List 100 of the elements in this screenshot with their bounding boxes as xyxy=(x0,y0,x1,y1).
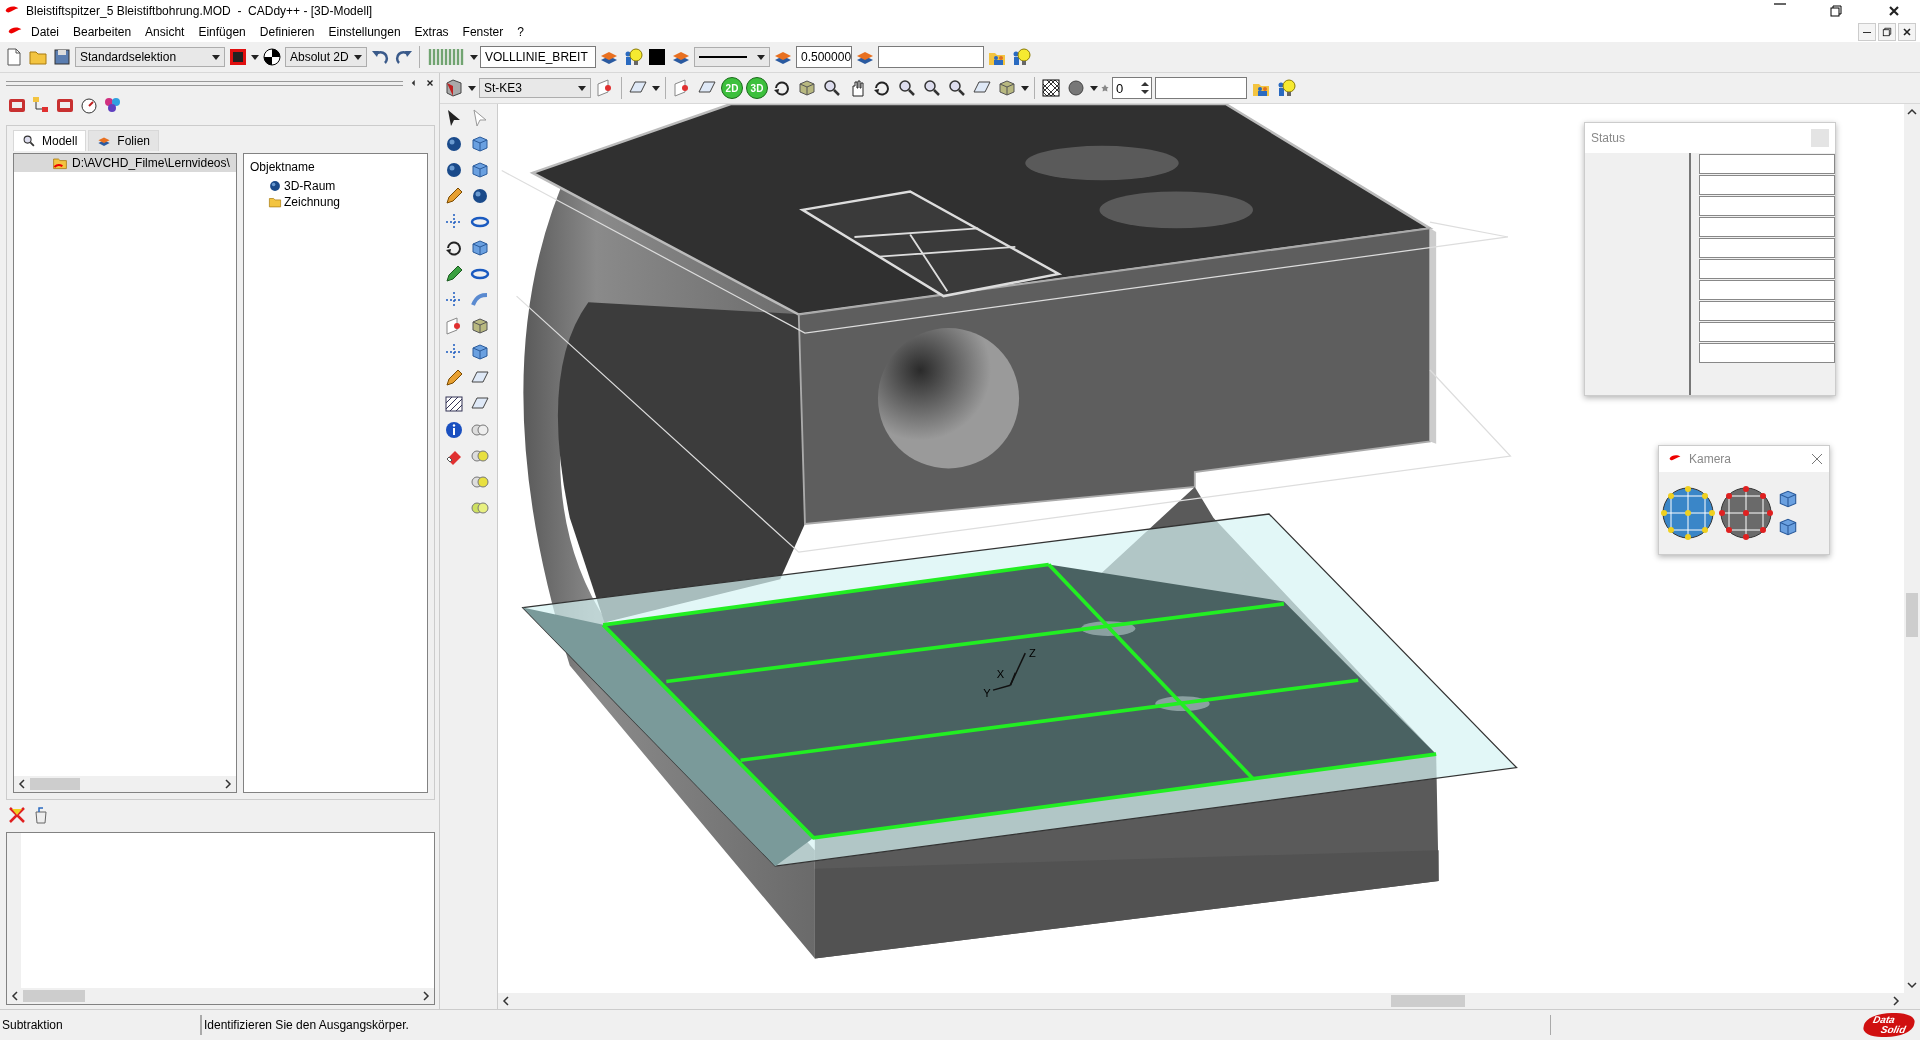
hatch-pattern-icon xyxy=(1041,78,1061,98)
scroll-thumb[interactable] xyxy=(1391,995,1465,1007)
zoom-icon xyxy=(822,78,842,98)
status-field[interactable] xyxy=(1699,196,1835,216)
zoom-in-icon xyxy=(897,78,917,98)
caret-icon xyxy=(212,54,220,60)
scroll-thumb[interactable] xyxy=(23,990,85,1002)
save-icon xyxy=(52,47,72,67)
pen-icon xyxy=(444,264,464,284)
panel-grip[interactable] xyxy=(6,80,403,86)
menu-item[interactable]: Fenster xyxy=(455,25,511,39)
panel-title: Status xyxy=(1591,131,1626,145)
close-icon xyxy=(1901,26,1913,38)
panel-tab[interactable]: Modell xyxy=(13,130,87,151)
status-field[interactable] xyxy=(1699,154,1835,174)
coordinate-mode-dropdown[interactable]: Absolut 2D xyxy=(285,47,367,67)
status-field[interactable] xyxy=(1699,280,1835,300)
tree-item[interactable]: D:\AVCHD_Filme\Lernvideos\ xyxy=(14,154,236,172)
object-item[interactable]: 3D-Raum xyxy=(244,178,427,194)
caret-icon[interactable] xyxy=(1090,85,1098,91)
restore-icon xyxy=(1881,26,1893,38)
bulb-icon xyxy=(1011,47,1031,67)
panel-tab[interactable]: Folien xyxy=(88,130,160,151)
color-spheres-icon xyxy=(103,95,123,115)
cube-icon[interactable] xyxy=(1777,516,1799,538)
status-field[interactable] xyxy=(1699,175,1835,195)
horizontal-scrollbar[interactable] xyxy=(14,776,236,792)
axis-label: Y xyxy=(983,687,991,700)
tree-icon xyxy=(31,95,51,115)
window-title: Bleistiftspitzer_5 Bleistiftbohrung.MOD - CADdy++ - [3D-Modell] xyxy=(26,4,373,18)
input-field[interactable] xyxy=(1155,77,1247,99)
minimize-icon xyxy=(1863,31,1871,33)
sphere-icon xyxy=(268,179,282,193)
globe-icon[interactable] xyxy=(1661,486,1715,540)
column-header: Objektname xyxy=(249,159,316,176)
menu-item[interactable]: Ansicht xyxy=(138,25,192,39)
scroll-thumb[interactable] xyxy=(1906,593,1918,637)
box-icon xyxy=(470,238,490,258)
info-icon xyxy=(444,420,464,440)
bulb-icon xyxy=(623,47,643,67)
status-field[interactable] xyxy=(1699,301,1835,321)
caret-icon xyxy=(578,85,586,91)
folder-icon xyxy=(52,155,68,171)
new-file-icon xyxy=(4,47,24,67)
selection-mode-dropdown[interactable]: Standardselektion xyxy=(75,47,225,67)
magnifier-icon xyxy=(22,134,36,148)
element-set-dropdown[interactable]: St-KE3 xyxy=(479,78,591,98)
shaded-cube-icon xyxy=(997,78,1017,98)
scroll-thumb[interactable] xyxy=(30,778,80,790)
menu-item[interactable]: Datei xyxy=(24,25,66,39)
pencil-icon xyxy=(444,186,464,206)
menu-item[interactable]: Einfügen xyxy=(191,25,253,39)
restore-icon[interactable] xyxy=(1828,3,1844,19)
status-field[interactable] xyxy=(1699,238,1835,258)
status-field[interactable] xyxy=(1699,343,1835,363)
dot-grid-icon xyxy=(426,47,466,67)
line-sample xyxy=(699,56,747,58)
horizontal-scrollbar[interactable] xyxy=(7,988,434,1004)
counter-spinbox[interactable]: 0 xyxy=(1112,77,1152,99)
line-type-field[interactable]: VOLLLINIE_BREIT xyxy=(480,46,596,68)
solid-icon xyxy=(444,78,464,98)
status-field[interactable] xyxy=(1699,217,1835,237)
globe-icon[interactable] xyxy=(1719,486,1773,540)
color-icon xyxy=(647,47,667,67)
shading-sphere-icon xyxy=(1066,78,1086,98)
object-item[interactable]: Zeichnung xyxy=(244,194,427,210)
company-logo: Data Solid xyxy=(1861,1013,1917,1037)
caret-icon[interactable] xyxy=(470,54,478,60)
restore-document-button[interactable] xyxy=(1878,23,1896,41)
line-width-field[interactable]: 0.500000 xyxy=(796,46,852,68)
selection-square-icon xyxy=(228,47,248,67)
status-field[interactable] xyxy=(1699,322,1835,342)
half-disc-button[interactable] xyxy=(261,45,283,69)
menu-item[interactable]: Extras xyxy=(407,25,456,39)
line-style-dropdown[interactable] xyxy=(694,47,770,67)
cube-icon xyxy=(470,134,490,154)
close-document-button[interactable] xyxy=(1898,23,1916,41)
caret-icon[interactable] xyxy=(652,85,660,91)
input-field[interactable] xyxy=(878,46,984,68)
status-field[interactable] xyxy=(1699,259,1835,279)
panel-title: Kamera xyxy=(1689,452,1732,466)
menu-item[interactable]: Definieren xyxy=(252,25,322,39)
status-mode: Subtraktion xyxy=(0,1015,201,1035)
menu-item[interactable]: Bearbeiten xyxy=(66,25,139,39)
folder-icon xyxy=(268,195,282,209)
menu-item[interactable]: Einstellungen xyxy=(321,25,408,39)
cube-icon[interactable] xyxy=(1777,488,1799,510)
menu-item[interactable]: ? xyxy=(510,25,531,39)
caret-icon[interactable] xyxy=(251,54,259,60)
star-icon xyxy=(1101,84,1109,92)
delete-icon xyxy=(7,805,27,825)
caret-icon[interactable] xyxy=(468,85,476,91)
sphere-icon xyxy=(444,134,464,154)
axis-label: X xyxy=(996,667,1005,680)
hatch-icon xyxy=(444,394,464,414)
clock-icon xyxy=(79,95,99,115)
caret-icon[interactable] xyxy=(1021,85,1029,91)
close-icon[interactable] xyxy=(425,78,435,88)
minimize-document-button[interactable] xyxy=(1858,23,1876,41)
hatch-pattern-button[interactable] xyxy=(1040,76,1062,100)
